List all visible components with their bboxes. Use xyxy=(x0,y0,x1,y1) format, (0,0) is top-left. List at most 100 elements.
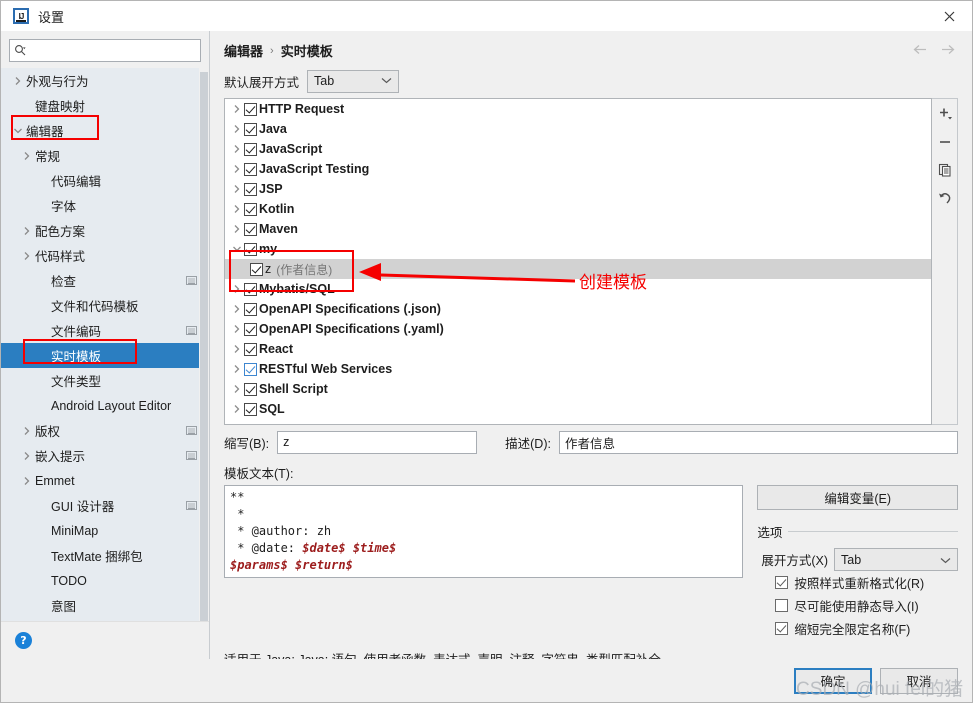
template-text-editor[interactable]: ** * * @author: zh * @date: $date$ $time… xyxy=(224,485,744,578)
template-checkbox[interactable] xyxy=(244,402,257,416)
template-row[interactable]: OpenAPI Specifications (.json) xyxy=(225,299,931,319)
sidebar-item-1[interactable]: 键盘映射 xyxy=(1,93,209,118)
sidebar-item-6[interactable]: 配色方案 xyxy=(1,218,209,243)
template-row[interactable]: JavaScript Testing xyxy=(225,159,931,179)
sidebar-item-12[interactable]: 文件类型 xyxy=(1,368,209,393)
chevron-right-icon[interactable] xyxy=(229,144,244,154)
chevron-right-icon[interactable] xyxy=(229,284,244,294)
arrow-right-icon[interactable] xyxy=(939,43,956,59)
sidebar-item-21[interactable]: 意图 xyxy=(1,593,209,618)
cancel-button[interactable]: 取消 xyxy=(880,667,958,694)
chevron-down-icon[interactable] xyxy=(10,126,26,136)
sidebar-item-19[interactable]: TextMate 捆绑包 xyxy=(1,543,209,568)
chevron-right-icon[interactable] xyxy=(229,364,244,374)
option-checkbox-row-1[interactable]: 尽可能使用静态导入(I) xyxy=(761,594,958,617)
ok-button[interactable]: 确定 xyxy=(794,667,872,694)
template-row[interactable]: Java xyxy=(225,119,931,139)
template-row[interactable]: z (作者信息) xyxy=(225,259,931,279)
sidebar-item-4[interactable]: 代码编辑 xyxy=(1,168,209,193)
chevron-right-icon[interactable] xyxy=(19,251,35,261)
option-checkbox[interactable] xyxy=(775,622,789,635)
option-checkbox-row-2[interactable]: 缩短完全限定名称(F) xyxy=(761,617,958,640)
template-row[interactable]: OpenAPI Specifications (.yaml) xyxy=(225,319,931,339)
template-checkbox[interactable] xyxy=(244,222,257,236)
sidebar-item-14[interactable]: 版权 xyxy=(1,418,209,443)
template-checkbox[interactable] xyxy=(244,382,257,396)
chevron-right-icon[interactable] xyxy=(19,151,35,161)
option-checkbox[interactable] xyxy=(775,576,789,589)
plus-icon[interactable] xyxy=(934,104,956,124)
edit-variables-button[interactable]: 编辑变量(E) xyxy=(757,485,958,510)
sidebar-item-11[interactable]: 实时模板 xyxy=(1,343,209,368)
template-row[interactable]: JavaScript xyxy=(225,139,931,159)
chevron-right-icon[interactable] xyxy=(229,324,244,334)
chevron-right-icon[interactable] xyxy=(229,204,244,214)
copy-icon[interactable] xyxy=(934,160,956,180)
sidebar-item-2[interactable]: 编辑器 xyxy=(1,118,209,143)
template-tree[interactable]: HTTP Request Java JavaScript JavaScript Tes… xyxy=(224,98,932,425)
sidebar-item-15[interactable]: 嵌入提示 xyxy=(1,443,209,468)
undo-icon[interactable] xyxy=(934,188,956,208)
template-row[interactable]: Kotlin xyxy=(225,199,931,219)
chevron-right-icon[interactable] xyxy=(229,344,244,354)
chevron-right-icon[interactable] xyxy=(229,184,244,194)
sidebar-item-9[interactable]: 文件和代码模板 xyxy=(1,293,209,318)
template-checkbox[interactable] xyxy=(244,202,257,216)
template-checkbox[interactable] xyxy=(244,142,257,156)
chevron-right-icon[interactable] xyxy=(19,426,35,436)
chevron-right-icon[interactable] xyxy=(229,104,244,114)
close-icon[interactable] xyxy=(927,1,972,31)
minus-icon[interactable] xyxy=(934,132,956,152)
option-checkbox[interactable] xyxy=(775,599,789,612)
sidebar-item-18[interactable]: MiniMap xyxy=(1,518,209,543)
sidebar-item-10[interactable]: 文件编码 xyxy=(1,318,209,343)
sidebar-scrollbar[interactable] xyxy=(199,68,209,621)
chevron-right-icon[interactable] xyxy=(229,384,244,394)
chevron-right-icon[interactable] xyxy=(10,76,26,86)
sidebar-scrollbar-thumb[interactable] xyxy=(200,72,208,621)
template-checkbox[interactable] xyxy=(244,342,257,356)
template-checkbox[interactable] xyxy=(244,362,257,376)
template-row[interactable]: Shell Script xyxy=(225,379,931,399)
template-row[interactable]: RESTful Web Services xyxy=(225,359,931,379)
search-box[interactable] xyxy=(9,39,201,62)
template-row[interactable]: React xyxy=(225,339,931,359)
sidebar-item-20[interactable]: TODO xyxy=(1,568,209,593)
template-row[interactable]: Mybatis/SQL xyxy=(225,279,931,299)
sidebar-item-8[interactable]: 检查 xyxy=(1,268,209,293)
template-checkbox[interactable] xyxy=(244,102,257,116)
sidebar-item-3[interactable]: 常规 xyxy=(1,143,209,168)
template-checkbox[interactable] xyxy=(244,302,257,316)
template-row[interactable]: SQL xyxy=(225,399,931,419)
sidebar-item-5[interactable]: 字体 xyxy=(1,193,209,218)
sidebar-item-16[interactable]: Emmet xyxy=(1,468,209,493)
chevron-down-icon[interactable] xyxy=(229,244,244,254)
sidebar-item-0[interactable]: 外观与行为 xyxy=(1,68,209,93)
chevron-right-icon[interactable] xyxy=(19,226,35,236)
sidebar-item-7[interactable]: 代码样式 xyxy=(1,243,209,268)
expand-with-combobox[interactable]: Tab xyxy=(834,548,958,571)
chevron-right-icon[interactable] xyxy=(229,124,244,134)
chevron-right-icon[interactable] xyxy=(229,164,244,174)
template-row[interactable]: JSP xyxy=(225,179,931,199)
template-checkbox[interactable] xyxy=(244,182,257,196)
arrow-left-icon[interactable] xyxy=(912,43,929,59)
chevron-right-icon[interactable] xyxy=(19,476,35,486)
abbrev-input[interactable]: z xyxy=(277,430,478,454)
search-input[interactable] xyxy=(28,41,196,60)
template-checkbox[interactable] xyxy=(244,282,257,296)
sidebar-item-13[interactable]: Android Layout Editor xyxy=(1,393,209,418)
template-checkbox[interactable] xyxy=(250,262,263,276)
chevron-right-icon[interactable] xyxy=(19,451,35,461)
description-input[interactable]: 作者信息 xyxy=(558,430,958,454)
default-expand-combobox[interactable]: Tab xyxy=(307,69,400,93)
help-icon[interactable]: ? xyxy=(15,632,32,649)
chevron-right-icon[interactable] xyxy=(229,224,244,234)
template-row[interactable]: Maven xyxy=(225,219,931,239)
breadcrumb-parent[interactable]: 编辑器 xyxy=(224,41,263,60)
chevron-right-icon[interactable] xyxy=(229,304,244,314)
template-checkbox[interactable] xyxy=(244,242,257,256)
chevron-right-icon[interactable] xyxy=(229,404,244,414)
template-checkbox[interactable] xyxy=(244,322,257,336)
template-row[interactable]: my xyxy=(225,239,931,259)
